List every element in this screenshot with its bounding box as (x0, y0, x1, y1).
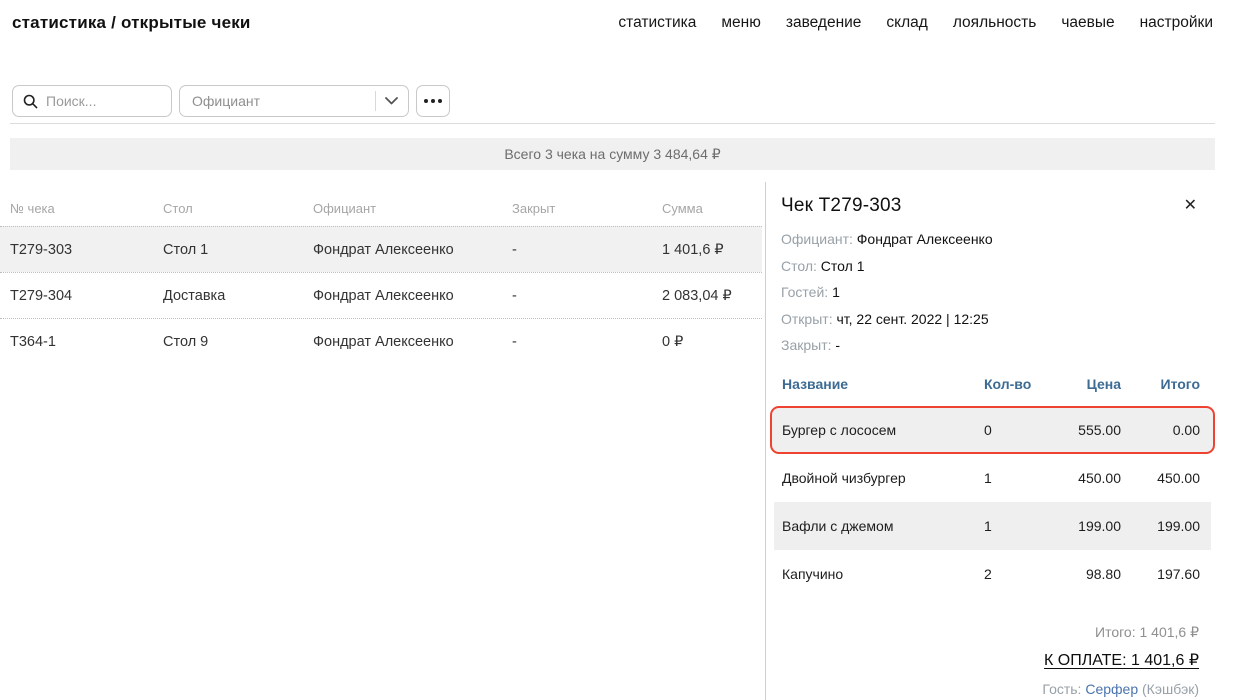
column-waiter: Официант (313, 201, 512, 216)
waiter-filter-value: Официант (192, 93, 375, 109)
meta-closed: Закрыт: - (781, 332, 1199, 359)
guest-note: (Кэшбэк) (1142, 681, 1199, 697)
item-qty: 0 (984, 422, 1041, 438)
search-input[interactable] (46, 93, 161, 109)
filter-bar: Официант (12, 85, 450, 117)
column-table: Стол (163, 201, 313, 216)
check-table: Стол 9 (163, 334, 313, 350)
nav-item-menu[interactable]: меню (721, 14, 760, 32)
ellipsis-icon (424, 99, 428, 103)
column-item-name: Название (782, 376, 984, 392)
item-price: 199.00 (1041, 518, 1121, 534)
guest-link[interactable]: Серфер (1085, 681, 1138, 697)
item-row[interactable]: Вафли с джемом 1 199.00 199.00 (774, 502, 1211, 550)
summary-text: Всего 3 чека на сумму 3 484,64 ₽ (504, 146, 720, 163)
check-number: T279-304 (10, 288, 163, 304)
column-item-total: Итого (1121, 376, 1200, 392)
panel-header: Чек T279-303 ✕ (781, 195, 1199, 217)
waiter-filter-dropdown[interactable]: Официант (179, 85, 409, 117)
meta-opened: Открыт: чт, 22 сент. 2022 | 12:25 (781, 306, 1199, 333)
check-meta: Официант: Фондрат Алексеенко Стол: Стол … (781, 226, 1199, 359)
column-sum: Сумма (662, 201, 762, 216)
item-row-highlighted[interactable]: Бургер с лососем 0 555.00 0.00 (770, 406, 1215, 454)
meta-guests: Гостей: 1 (781, 279, 1199, 306)
breadcrumb: статистика / открытые чеки (12, 13, 251, 33)
check-waiter: Фондрат Алексеенко (313, 334, 512, 350)
column-item-qty: Кол-во (984, 376, 1041, 392)
check-sum: 1 401,6 ₽ (662, 242, 762, 258)
item-total: 197.60 (1121, 566, 1200, 582)
more-options-button[interactable] (416, 85, 450, 117)
item-qty: 2 (984, 566, 1041, 582)
nav-item-venue[interactable]: заведение (786, 14, 862, 32)
check-items-table: Название Кол-во Цена Итого Бургер с лосо… (774, 372, 1211, 598)
column-check-number: № чека (10, 201, 163, 216)
column-item-price: Цена (1041, 376, 1121, 392)
items-table-header: Название Кол-во Цена Итого (774, 372, 1211, 406)
check-table: Доставка (163, 288, 313, 304)
check-totals: Итого: 1 401,6 ₽ К ОПЛАТЕ: 1 401,6 ₽ Гос… (781, 624, 1199, 697)
table-row[interactable]: T364-1 Стол 9 Фондрат Алексеенко - 0 ₽ (0, 318, 762, 364)
item-qty: 1 (984, 470, 1041, 486)
item-price: 555.00 (1041, 422, 1121, 438)
divider (10, 123, 1215, 124)
search-icon (23, 94, 38, 109)
check-number: T364-1 (10, 334, 163, 350)
meta-table: Стол: Стол 1 (781, 253, 1199, 280)
top-bar: статистика / открытые чеки статистика ме… (12, 13, 1213, 33)
panel-title: Чек T279-303 (781, 195, 902, 217)
check-waiter: Фондрат Алексеенко (313, 242, 512, 258)
column-closed: Закрыт (512, 201, 662, 216)
top-navigation: статистика меню заведение склад лояльнос… (618, 14, 1213, 32)
nav-item-settings[interactable]: настройки (1140, 14, 1213, 32)
item-name: Двойной чизбургер (782, 470, 984, 486)
item-total: 450.00 (1121, 470, 1200, 486)
checks-table-header: № чека Стол Официант Закрыт Сумма (0, 190, 762, 226)
check-waiter: Фондрат Алексеенко (313, 288, 512, 304)
item-total: 0.00 (1121, 422, 1200, 438)
close-icon[interactable]: ✕ (1182, 195, 1199, 217)
dropdown-divider (375, 91, 376, 111)
guest-line: Гость: Серфер (Кэшбэк) (781, 681, 1199, 697)
check-closed: - (512, 242, 662, 258)
item-total: 199.00 (1121, 518, 1200, 534)
check-detail-panel: Чек T279-303 ✕ Официант: Фондрат Алексее… (765, 182, 1254, 700)
check-sum: 0 ₽ (662, 334, 762, 350)
nav-item-loyalty[interactable]: лояльность (953, 14, 1036, 32)
subtotal-line: Итого: 1 401,6 ₽ (781, 624, 1199, 641)
chevron-down-icon (385, 97, 398, 105)
check-sum: 2 083,04 ₽ (662, 288, 762, 304)
table-row[interactable]: T279-303 Стол 1 Фондрат Алексеенко - 1 4… (0, 226, 762, 272)
nav-item-tips[interactable]: чаевые (1061, 14, 1114, 32)
check-number: T279-303 (10, 242, 163, 258)
nav-item-statistics[interactable]: статистика (618, 14, 696, 32)
meta-waiter: Официант: Фондрат Алексеенко (781, 226, 1199, 253)
item-name: Вафли с джемом (782, 518, 984, 534)
item-row[interactable]: Капучино 2 98.80 197.60 (774, 550, 1211, 598)
table-row[interactable]: T279-304 Доставка Фондрат Алексеенко - 2… (0, 272, 762, 318)
item-price: 98.80 (1041, 566, 1121, 582)
search-box[interactable] (12, 85, 172, 117)
item-price: 450.00 (1041, 470, 1121, 486)
check-table: Стол 1 (163, 242, 313, 258)
item-row[interactable]: Двойной чизбургер 1 450.00 450.00 (774, 454, 1211, 502)
nav-item-stock[interactable]: склад (886, 14, 927, 32)
check-closed: - (512, 288, 662, 304)
summary-bar: Всего 3 чека на сумму 3 484,64 ₽ (10, 138, 1215, 170)
item-name: Бургер с лососем (782, 422, 984, 438)
checks-table: № чека Стол Официант Закрыт Сумма T279-3… (0, 190, 762, 364)
check-closed: - (512, 334, 662, 350)
item-name: Капучино (782, 566, 984, 582)
item-qty: 1 (984, 518, 1041, 534)
amount-due-line: К ОПЛАТЕ: 1 401,6 ₽ (781, 650, 1199, 670)
guest-label: Гость: (1042, 681, 1081, 697)
